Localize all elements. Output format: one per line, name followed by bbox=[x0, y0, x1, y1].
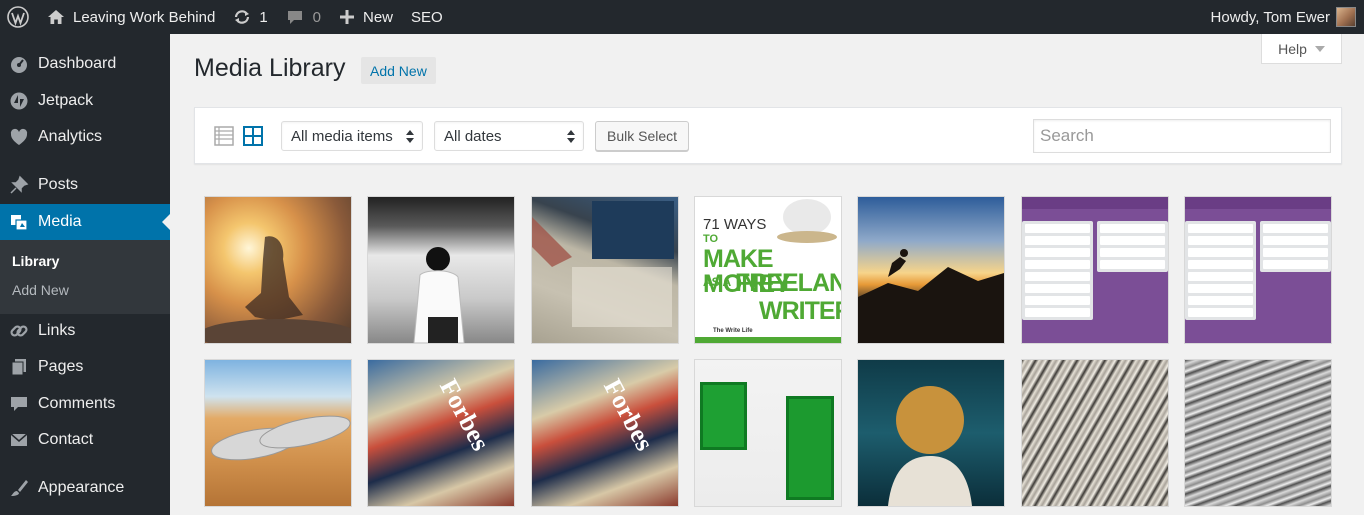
select-arrows-icon bbox=[567, 130, 575, 143]
book-logo: The Write Life bbox=[713, 328, 753, 334]
media-submenu: Library Add New bbox=[0, 240, 170, 314]
trello-header bbox=[1022, 197, 1168, 209]
media-thumbnail-freelance-book[interactable]: 71 WAYS TO MAKE MONEY AS A FREELANCE WRI… bbox=[695, 197, 841, 343]
caret-down-icon bbox=[1314, 45, 1325, 52]
sidebar-item-dashboard[interactable]: Dashboard bbox=[0, 46, 170, 82]
site-name: Leaving Work Behind bbox=[73, 8, 216, 26]
dashboard-icon bbox=[0, 54, 38, 74]
admin-sidebar: Dashboard Jetpack Analytics Posts Media … bbox=[0, 34, 170, 515]
home-icon bbox=[48, 10, 64, 24]
sidebar-item-jetpack[interactable]: Jetpack bbox=[0, 83, 170, 119]
book-line-4: AS A bbox=[703, 275, 732, 289]
sidebar-item-media[interactable]: Media bbox=[0, 204, 170, 240]
sidebar-item-comments[interactable]: Comments bbox=[0, 386, 170, 422]
media-thumbnail-trello-board[interactable] bbox=[1185, 197, 1331, 343]
account-menu[interactable]: Howdy, Tom Ewer bbox=[1211, 0, 1356, 34]
media-thumbnail-trello-board[interactable] bbox=[1022, 197, 1168, 343]
media-icon bbox=[0, 212, 38, 232]
date-filter-select[interactable]: All dates bbox=[434, 121, 584, 151]
brush-icon bbox=[0, 478, 38, 498]
media-thumbnail-curly-hair[interactable] bbox=[858, 360, 1004, 506]
analytics-icon bbox=[0, 127, 38, 147]
sidebar-item-contact[interactable]: Contact bbox=[0, 422, 170, 458]
book-line-5: FREELANCE bbox=[735, 269, 841, 297]
book-line-2: TO bbox=[703, 233, 719, 245]
media-thumbnail-laptop-desk[interactable] bbox=[532, 197, 678, 343]
green-window bbox=[700, 382, 747, 450]
submenu-item-library[interactable]: Library bbox=[12, 253, 59, 269]
media-thumbnail-jumping-man[interactable] bbox=[858, 197, 1004, 343]
sidebar-item-pages[interactable]: Pages bbox=[0, 349, 170, 385]
sidebar-item-label: Analytics bbox=[38, 128, 103, 145]
sidebar-item-label: Links bbox=[38, 322, 76, 339]
trello-column bbox=[1260, 221, 1331, 272]
media-thumbnail-green-door[interactable] bbox=[695, 360, 841, 506]
media-thumbnail-woman-train[interactable] bbox=[368, 197, 514, 343]
jetpack-icon bbox=[0, 91, 38, 111]
pin-icon bbox=[0, 175, 38, 195]
page-title: Media Library bbox=[194, 54, 346, 82]
sidebar-item-appearance[interactable]: Appearance bbox=[0, 470, 170, 506]
sidebar-item-label: Contact bbox=[38, 431, 94, 448]
comments-link[interactable]: 0 bbox=[277, 0, 330, 34]
sidebar-item-label: Comments bbox=[38, 395, 116, 412]
admin-bar: Leaving Work Behind 1 0 New SEO Howdy, T… bbox=[0, 0, 1364, 34]
updates-link[interactable]: 1 bbox=[224, 0, 276, 34]
media-thumbnail-magazines[interactable]: Forbes bbox=[532, 360, 678, 506]
comment-icon bbox=[287, 11, 302, 24]
media-type-select[interactable]: All media items bbox=[281, 121, 423, 151]
media-type-value: All media items bbox=[291, 127, 393, 145]
avatar bbox=[1336, 7, 1356, 27]
search-input[interactable] bbox=[1033, 119, 1331, 153]
refresh-icon bbox=[235, 10, 250, 24]
grid-view-icon[interactable] bbox=[243, 126, 263, 151]
link-icon bbox=[0, 321, 38, 341]
media-thumbnail-book-pages[interactable] bbox=[1022, 360, 1168, 506]
sidebar-item-label: Media bbox=[38, 213, 82, 230]
new-content-link[interactable]: New bbox=[330, 0, 402, 34]
howdy-greeting: Howdy, Tom Ewer bbox=[1210, 8, 1330, 26]
comments-count: 0 bbox=[312, 8, 321, 26]
updates-count: 1 bbox=[259, 8, 268, 26]
site-name-link[interactable]: Leaving Work Behind bbox=[38, 0, 224, 34]
sidebar-item-links[interactable]: Links bbox=[0, 313, 170, 349]
book-line-1: 71 WAYS bbox=[703, 216, 767, 233]
list-view-icon[interactable] bbox=[214, 126, 234, 151]
media-thumbnail-newspapers[interactable] bbox=[1185, 360, 1331, 506]
magazine-title: Forbes bbox=[597, 374, 660, 456]
envelope-icon bbox=[0, 430, 38, 450]
pages-icon bbox=[0, 357, 38, 377]
trello-header bbox=[1185, 197, 1331, 209]
media-thumbnail-woman-sunset[interactable] bbox=[205, 197, 351, 343]
sidebar-item-label: Dashboard bbox=[38, 55, 117, 72]
seo-label: SEO bbox=[411, 8, 443, 26]
seo-link[interactable]: SEO bbox=[402, 0, 452, 34]
help-tab-button[interactable]: Help bbox=[1261, 34, 1342, 64]
sidebar-item-label: Pages bbox=[38, 358, 84, 375]
trello-column bbox=[1022, 221, 1093, 320]
sidebar-item-label: Posts bbox=[38, 176, 79, 193]
new-label: New bbox=[363, 8, 394, 26]
media-toolbar: All media items All dates Bulk Select bbox=[194, 107, 1342, 164]
sidebar-item-label: Jetpack bbox=[38, 92, 94, 109]
plus-icon bbox=[340, 10, 354, 24]
add-new-button[interactable]: Add New bbox=[361, 57, 436, 84]
green-door bbox=[786, 396, 834, 500]
wordpress-logo-icon[interactable] bbox=[0, 0, 38, 34]
help-label: Help bbox=[1278, 40, 1307, 57]
date-filter-value: All dates bbox=[444, 127, 502, 145]
book-line-6: WRITER bbox=[759, 297, 841, 325]
bulk-select-button[interactable]: Bulk Select bbox=[595, 121, 690, 151]
trello-column bbox=[1097, 221, 1168, 272]
media-thumbnail-flip-flops-sand[interactable] bbox=[205, 360, 351, 506]
select-arrows-icon bbox=[406, 130, 414, 143]
trello-column bbox=[1185, 221, 1256, 320]
magazine-title: Forbes bbox=[433, 374, 496, 456]
media-thumbnail-magazines[interactable]: Forbes bbox=[368, 360, 514, 506]
comment-icon bbox=[0, 394, 38, 414]
sidebar-item-label: Appearance bbox=[38, 479, 125, 496]
sidebar-item-analytics[interactable]: Analytics bbox=[0, 119, 170, 155]
submenu-item-add-new[interactable]: Add New bbox=[12, 282, 69, 298]
sidebar-item-posts[interactable]: Posts bbox=[0, 167, 170, 203]
